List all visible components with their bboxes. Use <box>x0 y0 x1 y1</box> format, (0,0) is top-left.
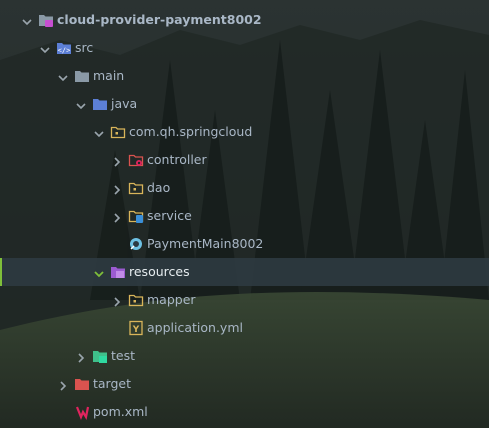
chevron-right-icon[interactable] <box>76 351 86 363</box>
chevron-right-icon[interactable] <box>112 155 122 167</box>
tree-item-src[interactable]: </> src <box>0 34 489 62</box>
tree-item-label: cloud-provider-payment8002 <box>57 12 262 27</box>
chevron-right-icon[interactable] <box>58 379 68 391</box>
tree-item-label: target <box>93 376 132 391</box>
tree-item-label: resources <box>129 264 190 279</box>
tree-item-label: PaymentMain8002 <box>147 236 264 251</box>
tree-item-application-yml[interactable]: Yapplication.yml <box>0 314 489 342</box>
tree-item-dao[interactable]: dao <box>0 174 489 202</box>
chevron-right-icon[interactable] <box>112 183 122 195</box>
tree-item-paymentmain8002[interactable]: PaymentMain8002 <box>0 230 489 258</box>
tree-item-test[interactable]: test <box>0 342 489 370</box>
tree-item-label: mapper <box>147 292 196 307</box>
chevron-right-icon[interactable] <box>112 211 122 223</box>
tree-item-java[interactable]: java <box>0 90 489 118</box>
source-root-folder-icon <box>92 96 108 112</box>
tree-item-label: src <box>75 40 94 55</box>
tree-item-label: com.qh.springcloud <box>129 124 253 139</box>
service-package-icon <box>128 208 144 224</box>
tree-item-cloud-provider-payment8002[interactable]: cloud-provider-payment8002 <box>0 6 489 34</box>
module-folder-icon <box>38 12 54 28</box>
chevron-down-icon[interactable] <box>22 15 32 26</box>
controller-package-icon <box>128 152 144 168</box>
svg-text:Y: Y <box>132 325 140 335</box>
tree-item-service[interactable]: service <box>0 202 489 230</box>
tree-item-label: service <box>147 208 192 223</box>
package-icon <box>128 292 144 308</box>
source-folder-icon: </> <box>56 40 72 56</box>
chevron-down-icon[interactable] <box>94 267 104 278</box>
excluded-folder-icon <box>74 376 90 392</box>
folder-icon <box>74 68 90 84</box>
project-tree: cloud-provider-payment8002 </> src main java… <box>0 0 489 428</box>
tree-item-label: controller <box>147 152 207 167</box>
svg-text:</>: </> <box>58 47 71 55</box>
tree-item-label: application.yml <box>147 320 243 335</box>
maven-file-icon <box>74 404 90 421</box>
test-folder-icon <box>92 348 108 364</box>
tree-item-com-qh-springcloud[interactable]: com.qh.springcloud <box>0 118 489 146</box>
chevron-right-icon[interactable] <box>112 295 122 307</box>
tree-item-main[interactable]: main <box>0 62 489 90</box>
tree-item-target[interactable]: target <box>0 370 489 398</box>
chevron-down-icon[interactable] <box>58 71 68 82</box>
resources-folder-icon <box>110 264 126 280</box>
tree-item-controller[interactable]: controller <box>0 146 489 174</box>
chevron-down-icon[interactable] <box>94 127 104 138</box>
tree-item-label: test <box>111 348 136 363</box>
tree-item-label: pom.xml <box>93 404 148 419</box>
spring-boot-class-icon <box>128 236 144 252</box>
tree-item-label: dao <box>147 180 171 195</box>
yaml-file-icon: Y <box>128 320 144 336</box>
tree-item-label: java <box>111 96 138 111</box>
tree-item-label: main <box>93 68 125 83</box>
tree-item-mapper[interactable]: mapper <box>0 286 489 314</box>
chevron-down-icon[interactable] <box>76 99 86 110</box>
chevron-down-icon[interactable] <box>40 43 50 54</box>
tree-item-resources[interactable]: resources <box>0 258 489 286</box>
package-icon <box>110 124 126 140</box>
tree-item-pom-xml[interactable]: pom.xml <box>0 398 489 426</box>
package-icon <box>128 180 144 196</box>
